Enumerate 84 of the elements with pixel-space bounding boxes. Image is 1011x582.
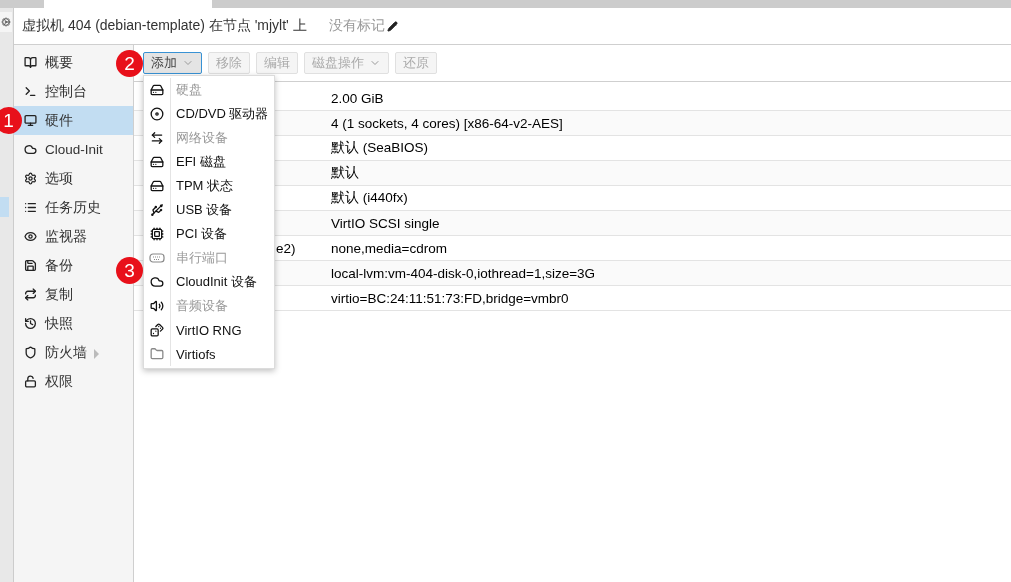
nav-label: 权限	[45, 372, 73, 391]
table-cell: 默认	[331, 164, 359, 182]
nav-label: 选项	[45, 169, 73, 188]
nav-item[interactable]: 硬件	[14, 106, 133, 135]
toolbar-button[interactable]: 添加	[143, 52, 202, 74]
table-cell: local-lvm:vm-404-disk-0,iothread=1,size=3G	[331, 265, 596, 281]
arrows-icon	[150, 131, 164, 145]
save-icon	[24, 259, 37, 272]
hard-drive-icon	[150, 83, 164, 97]
unlock-icon	[24, 375, 37, 388]
menu-item[interactable]: TPM 状态	[144, 174, 269, 198]
menu-item[interactable]: CloudInit 设备	[144, 270, 269, 294]
table-cell: 默认 (i440fx)	[331, 189, 408, 207]
pencil-icon[interactable]	[386, 20, 398, 32]
nav-item[interactable]: 选项	[14, 164, 115, 193]
dice-icon	[150, 323, 164, 337]
nav-item[interactable]: 备份	[14, 251, 115, 280]
nav-label: 控制台	[45, 82, 87, 101]
menu-label: 硬盘	[176, 81, 202, 99]
repeat-icon	[24, 288, 37, 301]
menu-label: Virtiofs	[176, 346, 216, 362]
selected-row-edge	[0, 197, 9, 217]
menu-label: PCI 设备	[176, 225, 228, 243]
table-cell: 默认 (SeaBIOS)	[331, 139, 429, 157]
menu-label: 音频设备	[176, 297, 228, 315]
settings-icon	[24, 172, 37, 185]
table-cell: VirtIO SCSI single	[331, 215, 440, 231]
table-cell: 2.00 GiB	[331, 90, 384, 106]
menu-label: TPM 状态	[176, 177, 234, 195]
nav-label: Cloud-Init	[45, 142, 103, 157]
nav-label: 监视器	[45, 227, 87, 246]
cloud-icon	[24, 143, 37, 156]
callout-badge: 2	[116, 50, 143, 77]
hard-drive-icon	[150, 179, 164, 193]
serial-port-icon	[149, 253, 165, 263]
shield-icon	[24, 346, 37, 359]
folder-icon	[150, 347, 164, 361]
nav-item[interactable]: 任务历史	[14, 193, 115, 222]
disc-icon	[150, 107, 164, 121]
window-title: 虚拟机 404 (debian-template) 在节点 'mjylt' 上	[22, 17, 307, 35]
nav-label: 快照	[45, 314, 73, 333]
cloud-icon	[150, 275, 164, 289]
nav-item[interactable]: 快照	[14, 309, 115, 338]
nav-item[interactable]: 控制台	[14, 77, 115, 106]
table-cell: virtio=BC:24:11:51:73:FD,bridge=vmbr0	[331, 290, 569, 306]
book-icon	[24, 56, 37, 69]
nav-item[interactable]: 防火墙	[14, 338, 115, 367]
card-icon	[150, 227, 164, 241]
expand-arrow-icon	[94, 349, 99, 359]
menu-label: 网络设备	[176, 129, 228, 147]
menu-item[interactable]: CD/DVD 驱动器	[144, 102, 269, 126]
nav-label: 复制	[45, 285, 73, 304]
nav-item[interactable]: 监视器	[14, 222, 115, 251]
menu-item[interactable]: PCI 设备	[144, 222, 269, 246]
eye-icon	[24, 230, 37, 243]
nav-label: 硬件	[45, 111, 73, 130]
menu-label: 串行端口	[176, 249, 228, 267]
terminal-icon	[24, 85, 37, 98]
menu-label: USB 设备	[176, 201, 233, 219]
table-cell: 4 (1 sockets, 4 cores) [x86-64-v2-AES]	[331, 115, 563, 131]
nav-item[interactable]: 复制	[14, 280, 115, 309]
hard-drive-icon	[150, 155, 164, 169]
nav-label: 防火墙	[45, 343, 87, 362]
list-icon	[24, 201, 37, 214]
nav-label: 备份	[45, 256, 73, 275]
menu-item[interactable]: VirtIO RNG	[144, 318, 269, 342]
table-cell: none,media=cdrom	[331, 240, 447, 256]
menu-item[interactable]: USB 设备	[144, 198, 269, 222]
menu-label: EFI 磁盘	[176, 153, 226, 171]
monitor-icon	[24, 114, 37, 127]
menu-item[interactable]: Virtiofs	[144, 342, 269, 366]
nav-label: 概要	[45, 53, 73, 72]
history-icon	[24, 317, 37, 330]
table-cell-text: e2)	[275, 240, 297, 256]
nav-item[interactable]: 概要	[14, 48, 115, 77]
speaker-icon	[150, 299, 164, 313]
menu-label: CD/DVD 驱动器	[176, 105, 269, 123]
nav-item[interactable]: Cloud-Init	[14, 135, 115, 164]
nav-item[interactable]: 权限	[14, 367, 115, 396]
menu-label: VirtIO RNG	[176, 322, 242, 338]
usb-icon	[150, 203, 164, 217]
menu-label: CloudInit 设备	[176, 273, 257, 291]
menu-item[interactable]: EFI 磁盘	[144, 150, 269, 174]
nav-label: 任务历史	[45, 198, 101, 217]
